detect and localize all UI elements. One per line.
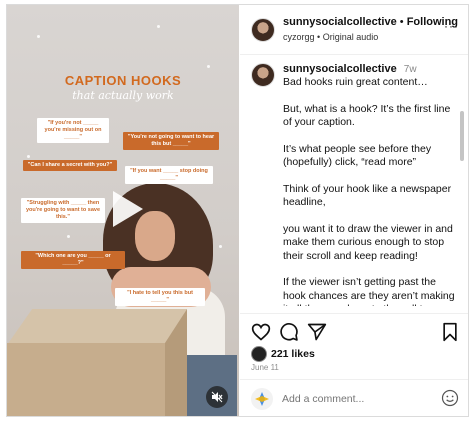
post-media[interactable]: CAPTION HOOKS that actually work "If you… (7, 5, 239, 416)
sparkle (27, 155, 30, 158)
box-top (7, 309, 187, 345)
original-audio-link[interactable]: Original audio (323, 32, 379, 42)
audio-row: cyzorgg • Original audio (283, 32, 378, 42)
avatar[interactable] (251, 18, 275, 42)
mute-icon (211, 391, 223, 403)
hook-tag: "I hate to tell you this but _____" (115, 288, 205, 306)
caption-text: Bad hooks ruin great content… But, what … (283, 76, 461, 306)
action-bar (240, 313, 468, 347)
audio-user-link[interactable]: cyzorgg (283, 32, 315, 42)
hook-tag: "Struggling with _____ then you're going… (21, 198, 105, 223)
heart-icon[interactable] (251, 322, 271, 342)
comment-input[interactable] (282, 393, 417, 405)
hook-tag: "If you're not _____ you're missing out … (37, 118, 109, 143)
sparkle (207, 65, 210, 68)
more-options-button[interactable]: ··· (444, 19, 459, 33)
header-username-row: sunnysocialcollective • Following (283, 16, 458, 28)
sparkle (219, 245, 222, 248)
caption-time: 7w (403, 64, 417, 75)
hook-tag: "If you want _____ stop doing _____" (125, 166, 213, 184)
caption-username-link[interactable]: sunnysocialcollective (283, 63, 397, 75)
separator-dot: • (399, 16, 404, 28)
mute-button[interactable] (206, 386, 228, 408)
likes-row[interactable]: 221 likes (251, 346, 315, 362)
caption-paragraph: But, what is a hook? It’s the first line… (283, 102, 451, 129)
hook-tag: "Which one are you _____ or _____?" (21, 251, 125, 269)
share-icon[interactable] (307, 322, 327, 342)
post-date: June 11 (251, 363, 279, 372)
caption-paragraph: Bad hooks ruin great content… (283, 76, 428, 88)
bookmark-icon[interactable] (440, 322, 460, 342)
caption-paragraph: If the viewer isn’t getting past the hoo… (283, 276, 455, 306)
comment-avatar (251, 388, 273, 410)
username-link[interactable]: sunnysocialcollective (283, 16, 397, 28)
avatar[interactable] (251, 63, 275, 87)
caption-username-row: sunnysocialcollective 7w (283, 63, 417, 75)
post-header: sunnysocialcollective • Following cyzorg… (240, 5, 468, 55)
ai-sparkle-icon (255, 392, 269, 406)
sparkle (67, 235, 70, 238)
hook-tag: "You're not going to want to hear this b… (123, 132, 219, 150)
separator-dot: • (317, 32, 321, 42)
media-headline: CAPTION HOOKS (64, 73, 182, 88)
hook-tag: "Can I share a secret with you?" (23, 160, 117, 171)
play-icon[interactable] (103, 187, 147, 231)
media-subline: that actually work (72, 89, 174, 102)
comment-bar (240, 379, 468, 416)
box-front (7, 343, 167, 416)
caption-paragraph: Think of your hook like a newspaper head… (283, 182, 452, 209)
sparkle (37, 35, 40, 38)
emoji-icon[interactable] (441, 389, 459, 407)
post-dialog: CAPTION HOOKS that actually work "If you… (6, 4, 469, 417)
sparkle (157, 25, 160, 28)
likes-count[interactable]: 221 likes (271, 348, 315, 360)
comment-icon[interactable] (279, 322, 299, 342)
caption-paragraph: It’s what people see before they (hopefu… (283, 142, 432, 169)
caption-scrollbar[interactable] (460, 111, 464, 161)
caption-paragraph: you want it to draw the viewer in and ma… (283, 222, 453, 262)
caption-area[interactable]: sunnysocialcollective 7w Bad hooks ruin … (240, 56, 468, 306)
post-sidebar: sunnysocialcollective • Following cyzorg… (240, 5, 468, 416)
liker-avatar (251, 346, 267, 362)
